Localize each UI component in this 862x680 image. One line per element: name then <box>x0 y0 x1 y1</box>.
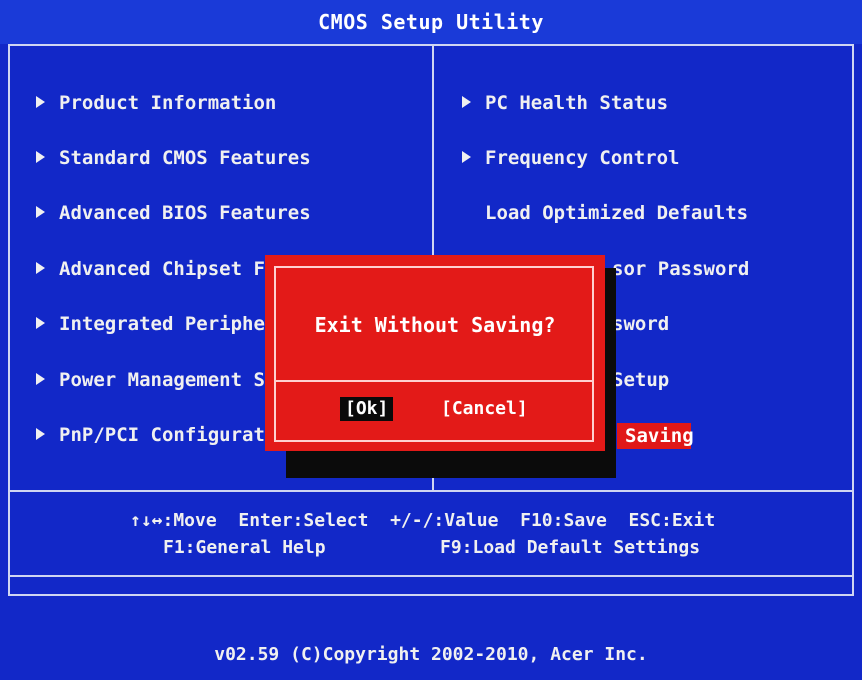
submenu-arrow-icon <box>36 261 45 274</box>
help-general: F1:General Help <box>163 537 326 558</box>
submenu-arrow-icon <box>462 150 471 163</box>
menu-item-standard-cmos-features[interactable]: Standard CMOS Features <box>36 147 311 169</box>
help-load-defaults: F9:Load Default Settings <box>440 537 701 558</box>
help-divider <box>8 490 854 492</box>
bios-screen: CMOS Setup Utility Product Information S… <box>0 0 862 680</box>
menu-item-frequency-control[interactable]: Frequency Control <box>462 147 679 169</box>
dialog-message: Exit Without Saving? <box>314 313 556 337</box>
submenu-arrow-icon <box>36 205 45 218</box>
menu-item-label: Integrated Periphera <box>59 313 288 335</box>
submenu-arrow-icon <box>36 316 45 329</box>
menu-item-label: Saving <box>625 425 694 447</box>
cancel-button[interactable]: [Cancel] <box>441 397 528 421</box>
page-title: CMOS Setup Utility <box>0 0 862 44</box>
menu-item-label: Frequency Control <box>485 147 680 169</box>
submenu-arrow-icon <box>36 150 45 163</box>
exit-confirm-dialog: Exit Without Saving? [Ok] [Cancel] <box>265 255 605 451</box>
menu-item-label: Advanced BIOS Features <box>59 202 311 224</box>
menu-item-save-exit-setup[interactable]: Setup <box>612 369 669 391</box>
dialog-border <box>274 266 594 442</box>
submenu-arrow-icon <box>36 95 45 108</box>
menu-item-product-information[interactable]: Product Information <box>36 92 276 114</box>
menu-item-load-optimized-defaults[interactable]: Load Optimized Defaults <box>485 202 748 224</box>
menu-item-integrated-peripherals[interactable]: Integrated Periphera <box>36 313 288 335</box>
copyright-text: v02.59 (C)Copyright 2002-2010, Acer Inc. <box>214 644 648 665</box>
menu-item-label: Standard CMOS Features <box>59 147 311 169</box>
menu-item-label: Power Management Set <box>59 369 288 391</box>
menu-item-set-supervisor-password[interactable]: sor Password <box>612 258 749 280</box>
menu-item-label: Load Optimized Defaults <box>485 202 749 224</box>
menu-item-advanced-chipset-features[interactable]: Advanced Chipset Fea <box>36 258 288 280</box>
ok-button[interactable]: [Ok] <box>340 397 394 421</box>
menu-item-set-user-password[interactable]: sword <box>612 313 669 335</box>
submenu-arrow-icon <box>462 95 471 108</box>
menu-item-pnp-pci-configurations[interactable]: PnP/PCI Configuratio <box>36 424 288 446</box>
help-keys-line: ↑↓↔:Move Enter:Select +/-/:Value F10:Sav… <box>130 510 716 531</box>
menu-item-pc-health-status[interactable]: PC Health Status <box>462 92 668 114</box>
menu-item-label: sor Password <box>612 258 750 280</box>
menu-item-label: sword <box>612 313 670 335</box>
menu-item-exit-without-saving[interactable]: Saving <box>617 423 694 449</box>
menu-item-label: PC Health Status <box>485 92 669 114</box>
submenu-arrow-icon <box>36 427 45 440</box>
footer-divider <box>8 575 854 577</box>
submenu-arrow-icon <box>36 372 45 385</box>
menu-item-label: PnP/PCI Configuratio <box>59 424 288 446</box>
menu-item-label: Product Information <box>59 92 277 114</box>
menu-item-power-management-setup[interactable]: Power Management Set <box>36 369 288 391</box>
menu-item-advanced-bios-features[interactable]: Advanced BIOS Features <box>36 202 311 224</box>
menu-item-label: Setup <box>612 369 670 391</box>
dialog-separator <box>274 380 594 382</box>
menu-item-label: Advanced Chipset Fea <box>59 258 288 280</box>
